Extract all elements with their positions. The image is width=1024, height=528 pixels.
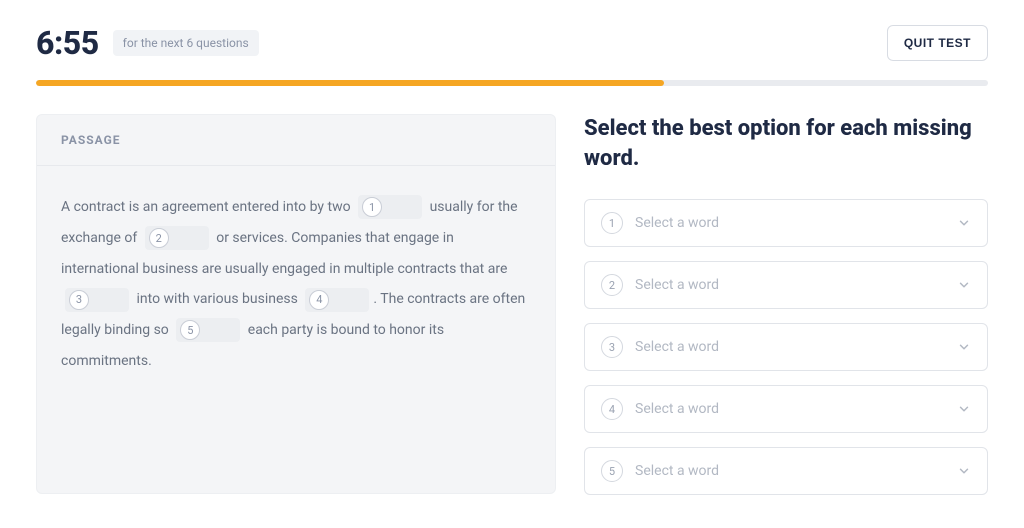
passage-segment: into with various business — [136, 291, 297, 307]
blank-number: 5 — [180, 320, 200, 340]
select-placeholder: Select a word — [635, 215, 719, 231]
passage-blank-2: 2 — [145, 226, 209, 250]
select-number: 2 — [601, 274, 623, 296]
select-placeholder: Select a word — [635, 339, 719, 355]
word-select-4[interactable]: 4 Select a word — [584, 385, 988, 433]
chevron-down-icon — [957, 402, 971, 416]
timer-display: 6:55 — [36, 24, 99, 62]
header-bar: 6:55 for the next 6 questions QUIT TEST — [0, 0, 1024, 80]
select-left: 4 Select a word — [601, 398, 719, 420]
blank-number: 4 — [309, 290, 329, 310]
select-left: 3 Select a word — [601, 336, 719, 358]
chevron-down-icon — [957, 278, 971, 292]
chevron-down-icon — [957, 464, 971, 478]
blank-number: 3 — [69, 290, 89, 310]
passage-body: A contract is an agreement entered into … — [37, 166, 555, 403]
passage-title-row: PASSAGE — [37, 115, 555, 166]
blank-number: 1 — [362, 197, 382, 217]
chevron-down-icon — [957, 216, 971, 230]
timer-group: 6:55 for the next 6 questions — [36, 24, 259, 62]
passage-blank-1: 1 — [358, 195, 422, 219]
timer-note: for the next 6 questions — [113, 30, 259, 56]
word-select-5[interactable]: 5 Select a word — [584, 447, 988, 495]
select-left: 1 Select a word — [601, 212, 719, 234]
passage-blank-5: 5 — [176, 318, 240, 342]
passage-panel: PASSAGE A contract is an agreement enter… — [36, 114, 556, 494]
select-left: 5 Select a word — [601, 460, 719, 482]
word-select-3[interactable]: 3 Select a word — [584, 323, 988, 371]
blank-number: 2 — [149, 228, 169, 248]
chevron-down-icon — [957, 340, 971, 354]
select-list: 1 Select a word 2 Select a word 3 — [584, 199, 988, 495]
content-area: PASSAGE A contract is an agreement enter… — [0, 86, 1024, 495]
select-number: 5 — [601, 460, 623, 482]
quit-test-button[interactable]: QUIT TEST — [887, 25, 988, 61]
select-number: 1 — [601, 212, 623, 234]
select-placeholder: Select a word — [635, 401, 719, 417]
passage-segment: A contract is an agreement entered into … — [61, 199, 351, 215]
passage-blank-4: 4 — [305, 288, 369, 312]
select-placeholder: Select a word — [635, 463, 719, 479]
word-select-2[interactable]: 2 Select a word — [584, 261, 988, 309]
passage-title: PASSAGE — [61, 133, 531, 147]
select-number: 4 — [601, 398, 623, 420]
answers-panel: Select the best option for each missing … — [584, 114, 988, 495]
select-left: 2 Select a word — [601, 274, 719, 296]
select-placeholder: Select a word — [635, 277, 719, 293]
word-select-1[interactable]: 1 Select a word — [584, 199, 988, 247]
select-number: 3 — [601, 336, 623, 358]
instruction-text: Select the best option for each missing … — [584, 114, 988, 173]
passage-blank-3: 3 — [65, 288, 129, 312]
